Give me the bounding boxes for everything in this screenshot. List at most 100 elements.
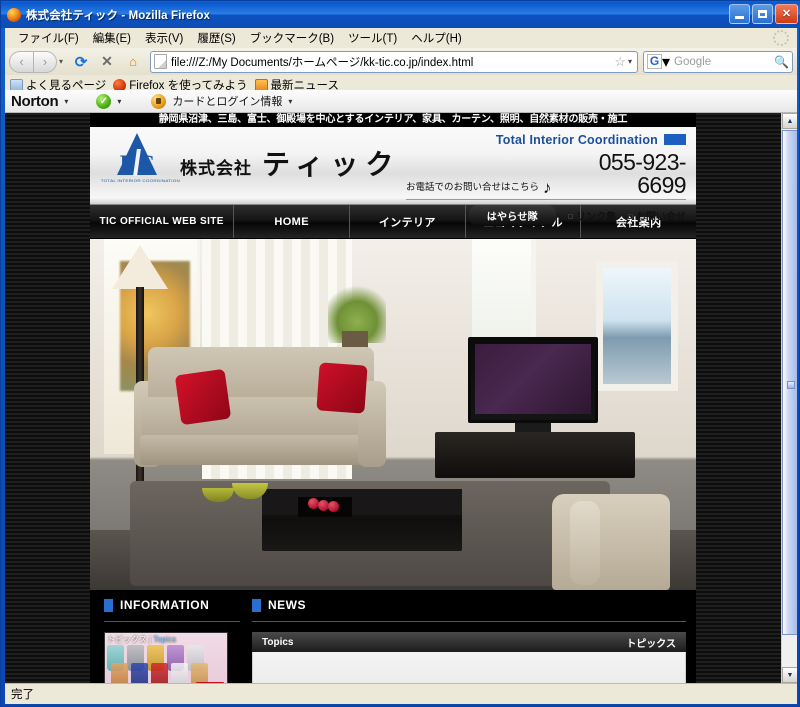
header-links: はやらせ隊 リンク集 お問い合せ bbox=[406, 205, 686, 226]
navigation-toolbar: ‹ › ▾ ⟳ ✕ ⌂ file:///Z:/My Documents/ホームペ… bbox=[5, 48, 797, 75]
nav-item-official-site[interactable]: TIC OFFICIAL WEB SITE bbox=[90, 205, 235, 238]
website-content: 静岡県沼津、三島、富士、御殿場を中心とするインテリア、家具、カーテン、照明、自然… bbox=[90, 113, 696, 683]
throbber-icon bbox=[773, 30, 789, 46]
company-prefix: 株式会社 bbox=[180, 159, 252, 178]
menu-item-file[interactable]: ファイル(F) bbox=[11, 28, 86, 48]
bullet-icon bbox=[628, 214, 633, 219]
forward-button[interactable]: › bbox=[33, 50, 57, 73]
telephone-row: お電話でのお問い合せはこちら ♪ 055-923-6699 bbox=[406, 149, 687, 200]
tic-logo-mark-icon: I C TOTAL INTERIOR COORDINATION bbox=[101, 133, 180, 193]
nav-item-home[interactable]: HOME bbox=[234, 205, 350, 238]
tic-tagline-text: Total Interior Coordination bbox=[495, 133, 658, 147]
phone-icon: ♪ bbox=[543, 178, 552, 197]
topics-label-en: Topics bbox=[262, 636, 294, 648]
menu-item-bookmarks[interactable]: ブックマーク(B) bbox=[243, 28, 341, 48]
links-link-label: リンク集 bbox=[576, 212, 616, 223]
norton-toolbar: Norton ▾ ✓ ▾ カードとログイン情報 ▾ bbox=[5, 90, 797, 113]
company-title: ティック bbox=[262, 150, 401, 181]
scroll-up-button[interactable]: ▲ bbox=[782, 113, 797, 129]
site-tagline: 静岡県沼津、三島、富士、御殿場を中心とするインテリア、家具、カーテン、照明、自然… bbox=[90, 113, 696, 127]
status-text: 完了 bbox=[11, 689, 34, 701]
address-bar[interactable]: file:///Z:/My Documents/ホームページ/kk-tic.co… bbox=[150, 50, 638, 73]
site-header: I C TOTAL INTERIOR COORDINATION 株式会社 ティック… bbox=[90, 127, 696, 226]
blue-square-icon bbox=[252, 598, 261, 612]
url-text: file:///Z:/My Documents/ホームページ/kk-tic.co… bbox=[171, 56, 474, 69]
vertical-scrollbar[interactable]: ▲ ▼ bbox=[781, 113, 797, 683]
thumbnail-caption-ja: トピックス bbox=[107, 635, 147, 644]
bullet-icon bbox=[568, 214, 573, 219]
news-title-label: NEWS bbox=[268, 598, 306, 612]
title-bar: 株式会社ティック - Mozilla Firefox ✕ bbox=[1, 1, 800, 28]
telephone-label: お電話でのお問い合せはこちら bbox=[406, 182, 540, 193]
company-name: 株式会社 ティック bbox=[180, 143, 400, 183]
information-thumbnail-topics[interactable]: トピックス | Topics ▶ VIEW bbox=[104, 632, 228, 683]
chevron-down-icon[interactable]: ▾ bbox=[288, 97, 292, 106]
reload-button[interactable]: ⟳ bbox=[69, 51, 93, 73]
contact-link-label: お問い合せ bbox=[636, 212, 686, 223]
browser-chrome: ファイル(F) 編集(E) 表示(V) 履歴(S) ブックマーク(B) ツール(… bbox=[5, 28, 797, 95]
red-cushion-right bbox=[316, 362, 368, 414]
information-title: INFORMATION bbox=[104, 598, 240, 612]
home-button[interactable]: ⌂ bbox=[121, 51, 145, 73]
chevron-down-icon[interactable]: ▾ bbox=[117, 97, 121, 106]
menu-item-help[interactable]: ヘルプ(H) bbox=[404, 28, 468, 48]
topics-body bbox=[252, 652, 686, 683]
television bbox=[468, 337, 598, 423]
scrollbar-thumb[interactable] bbox=[782, 130, 797, 635]
hayarasetai-button[interactable]: はやらせ隊 bbox=[468, 205, 556, 226]
search-bar[interactable]: G ▾ Google 🔍 bbox=[643, 50, 793, 73]
firefox-logo-icon bbox=[6, 7, 22, 23]
menu-item-history[interactable]: 履歴(S) bbox=[190, 28, 242, 48]
norton-identity-label[interactable]: カードとログイン情報 bbox=[172, 93, 282, 109]
blue-square-icon bbox=[104, 598, 113, 612]
menu-bar: ファイル(F) 編集(E) 表示(V) 履歴(S) ブックマーク(B) ツール(… bbox=[5, 28, 797, 48]
links-link[interactable]: リンク集 bbox=[568, 208, 616, 223]
google-engine-icon[interactable]: G bbox=[647, 54, 662, 69]
lock-icon[interactable] bbox=[151, 93, 167, 109]
thumbnail-caption-en: Topics bbox=[153, 635, 176, 644]
header-right: Total Interior Coordination お電話でのお問い合せはこ… bbox=[406, 133, 687, 226]
back-button[interactable]: ‹ bbox=[9, 50, 33, 73]
stop-button[interactable]: ✕ bbox=[95, 51, 119, 73]
search-input[interactable]: Google bbox=[670, 56, 774, 68]
contact-link[interactable]: お問い合せ bbox=[628, 208, 686, 223]
news-title: NEWS bbox=[252, 598, 686, 612]
search-icon[interactable]: 🔍 bbox=[774, 55, 789, 69]
divider bbox=[252, 621, 686, 622]
glass-cups-image-row2 bbox=[111, 663, 208, 683]
back-forward-group: ‹ › ▾ bbox=[9, 50, 67, 73]
information-title-label: INFORMATION bbox=[120, 598, 210, 612]
topics-label-ja: トピックス bbox=[626, 638, 676, 650]
bookmark-star-icon[interactable]: ☆ bbox=[614, 54, 626, 70]
status-bar: 完了 bbox=[5, 683, 797, 704]
site-logo[interactable]: I C TOTAL INTERIOR COORDINATION 株式会社 ティック bbox=[101, 133, 400, 193]
tic-tagline: Total Interior Coordination bbox=[406, 133, 686, 147]
chevron-down-icon[interactable]: ▾ bbox=[628, 57, 632, 66]
scroll-down-button[interactable]: ▼ bbox=[782, 667, 797, 683]
menu-item-tools[interactable]: ツール(T) bbox=[341, 28, 404, 48]
thumbnail-caption: トピックス | Topics bbox=[107, 634, 176, 645]
maximize-button[interactable] bbox=[752, 4, 773, 24]
menu-item-view[interactable]: 表示(V) bbox=[138, 28, 190, 48]
chevron-down-icon[interactable]: ▾ bbox=[662, 52, 670, 72]
norton-status-icon[interactable]: ✓ bbox=[96, 93, 112, 109]
floor-lamp-shade bbox=[112, 245, 168, 289]
page-viewport: 静岡県沼津、三島、富士、御殿場を中心とするインテリア、家具、カーテン、照明、自然… bbox=[5, 113, 797, 683]
topics-header: Topics トピックス bbox=[252, 632, 686, 652]
logo-letters: I C bbox=[119, 151, 157, 176]
window-title: 株式会社ティック - Mozilla Firefox bbox=[26, 9, 210, 22]
information-panel: INFORMATION トピックス | Topics bbox=[90, 598, 240, 683]
window-controls: ✕ bbox=[729, 4, 798, 24]
close-button[interactable]: ✕ bbox=[775, 4, 798, 24]
menu-item-edit[interactable]: 編集(E) bbox=[86, 28, 138, 48]
chevron-down-icon[interactable]: ▾ bbox=[64, 97, 68, 106]
minimize-button[interactable] bbox=[729, 4, 750, 24]
red-cushion-left bbox=[174, 368, 232, 426]
chevron-down-icon[interactable]: ▾ bbox=[57, 57, 67, 66]
news-panel: NEWS Topics トピックス bbox=[240, 598, 696, 683]
norton-brand-label: Norton bbox=[11, 92, 59, 110]
logo-subtitle: TOTAL INTERIOR COORDINATION bbox=[100, 179, 180, 183]
coffee-table bbox=[262, 489, 462, 551]
telephone-number: 055-923-6699 bbox=[598, 149, 687, 198]
hero-living-room-image bbox=[90, 239, 696, 590]
